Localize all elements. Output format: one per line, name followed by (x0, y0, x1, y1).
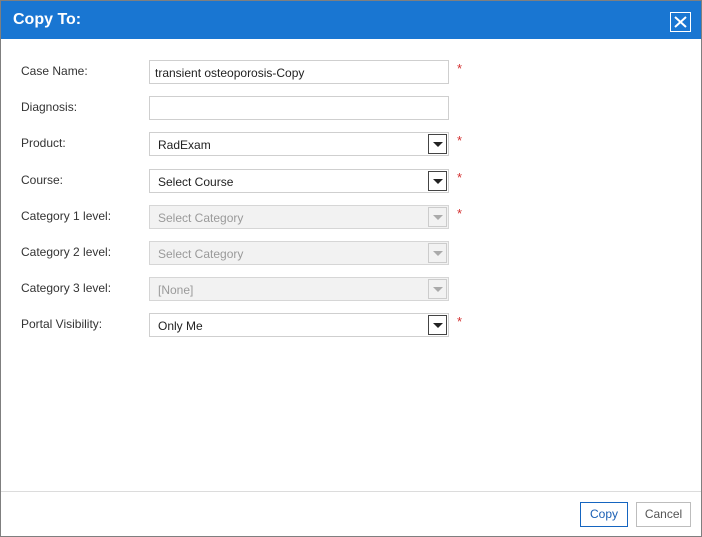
chevron-down-icon[interactable] (428, 171, 447, 191)
copy-button[interactable]: Copy (580, 502, 628, 527)
dialog-title: Copy To: (13, 11, 82, 28)
case-name-input[interactable]: transient osteoporosis-Copy (149, 60, 449, 84)
portal-visibility-select[interactable]: Only Me (149, 313, 449, 337)
cancel-button[interactable]: Cancel (636, 502, 691, 527)
course-row: Course: Select Course * (21, 169, 681, 193)
portal-visibility-row: Portal Visibility: Only Me * (21, 313, 681, 337)
course-label: Course: (21, 173, 64, 187)
case-name-row: Case Name: transient osteoporosis-Copy * (21, 60, 681, 84)
category1-value: Select Category (158, 211, 244, 225)
chevron-down-icon[interactable] (428, 315, 447, 335)
close-icon (674, 16, 687, 28)
required-marker: * (457, 206, 463, 221)
required-marker: * (457, 314, 463, 329)
chevron-down-icon (428, 243, 447, 263)
category2-row: Category 2 level: Select Category (21, 241, 681, 265)
category3-select: [None] (149, 277, 449, 301)
product-label: Product: (21, 136, 66, 150)
category3-value: [None] (158, 283, 194, 297)
chevron-down-icon (428, 207, 447, 227)
case-name-label: Case Name: (21, 64, 88, 78)
portal-visibility-label: Portal Visibility: (21, 317, 103, 331)
required-marker: * (457, 170, 463, 185)
category3-label: Category 3 level: (21, 281, 112, 295)
copy-to-dialog: Copy To: Case Name: transient osteoporos… (0, 0, 702, 537)
course-select[interactable]: Select Course (149, 169, 449, 193)
category1-label: Category 1 level: (21, 209, 112, 223)
category2-label: Category 2 level: (21, 245, 112, 259)
diagnosis-input[interactable] (149, 96, 449, 120)
close-button[interactable] (670, 12, 691, 32)
required-marker: * (457, 61, 463, 76)
diagnosis-row: Diagnosis: (21, 96, 681, 120)
footer-divider (1, 491, 701, 492)
category1-row: Category 1 level: Select Category * (21, 205, 681, 229)
dialog-titlebar: Copy To: (1, 1, 701, 39)
product-value: RadExam (158, 138, 211, 152)
category3-row: Category 3 level: [None] (21, 277, 681, 301)
case-name-value: transient osteoporosis-Copy (155, 66, 305, 80)
chevron-down-icon[interactable] (428, 134, 447, 154)
category1-select: Select Category (149, 205, 449, 229)
category2-value: Select Category (158, 247, 244, 261)
product-row: Product: RadExam * (21, 132, 681, 156)
product-select[interactable]: RadExam (149, 132, 449, 156)
chevron-down-icon (428, 279, 447, 299)
category2-select: Select Category (149, 241, 449, 265)
portal-visibility-value: Only Me (158, 319, 203, 333)
diagnosis-label: Diagnosis: (21, 100, 78, 114)
course-value: Select Course (158, 175, 234, 189)
required-marker: * (457, 133, 463, 148)
